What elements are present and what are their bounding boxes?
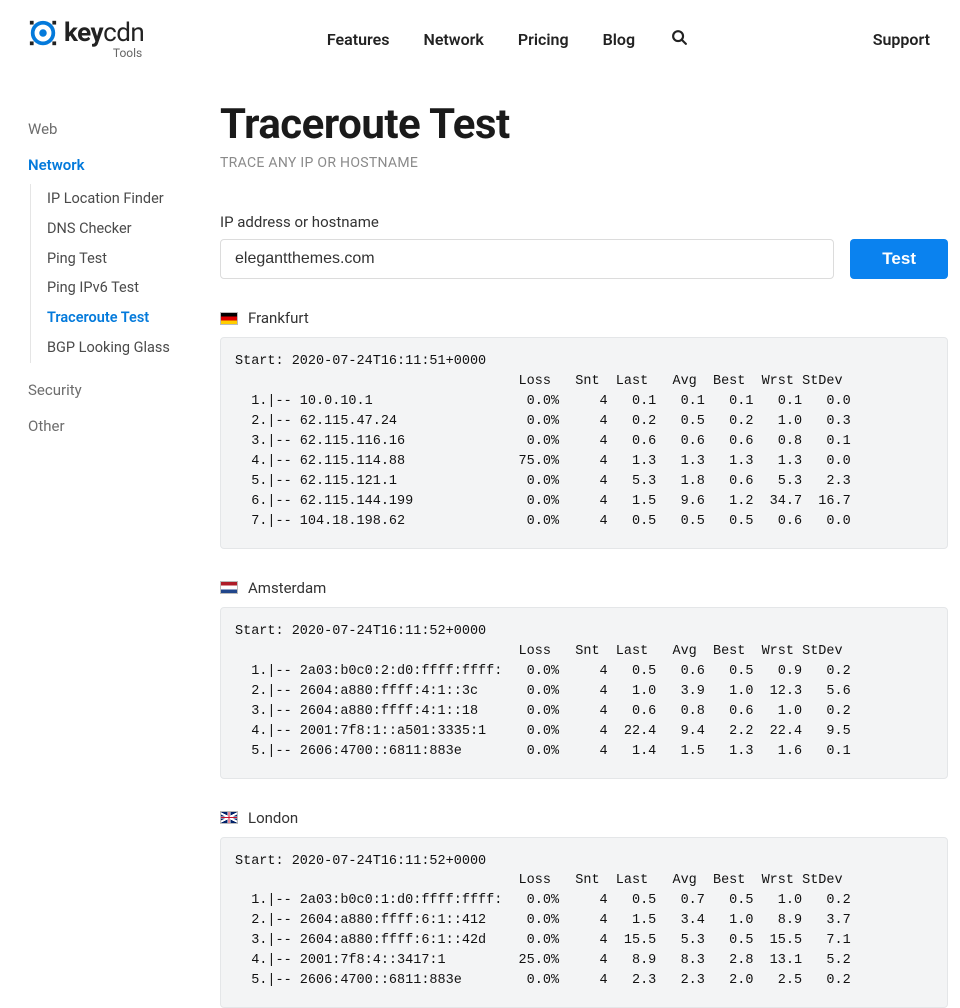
nav-pricing[interactable]: Pricing xyxy=(518,30,569,49)
sidebar-section-web[interactable]: Web xyxy=(28,120,220,138)
location-frankfurt: Frankfurt xyxy=(248,309,309,327)
logo-text: keycdn xyxy=(64,18,144,48)
page-subtitle: TRACE ANY IP OR HOSTNAME xyxy=(220,155,948,171)
brand-subtitle: Tools xyxy=(113,46,142,60)
hostname-input[interactable] xyxy=(220,239,834,279)
sidebar-item-dns-checker[interactable]: DNS Checker xyxy=(47,214,220,244)
flag-de-icon xyxy=(220,312,238,325)
location-amsterdam: Amsterdam xyxy=(248,579,326,597)
sidebar-section-other[interactable]: Other xyxy=(28,417,220,435)
search-icon[interactable] xyxy=(669,27,690,51)
sidebar-section-network[interactable]: Network xyxy=(28,156,220,174)
nav-blog[interactable]: Blog xyxy=(603,30,635,49)
flag-nl-icon xyxy=(220,581,238,594)
sidebar-item-ping-test[interactable]: Ping Test xyxy=(47,244,220,274)
nav-support[interactable]: Support xyxy=(873,30,930,49)
result-frankfurt: Start: 2020-07-24T16:11:51+0000 Loss Snt… xyxy=(220,337,948,549)
sidebar-item-traceroute[interactable]: Traceroute Test xyxy=(47,303,220,333)
nav-features[interactable]: Features xyxy=(327,30,390,49)
nav-network[interactable]: Network xyxy=(424,30,484,49)
flag-gb-icon xyxy=(220,811,238,824)
sidebar-item-bgp[interactable]: BGP Looking Glass xyxy=(47,333,220,363)
sidebar-item-ping-ipv6[interactable]: Ping IPv6 Test xyxy=(47,273,220,303)
sidebar-section-security[interactable]: Security xyxy=(28,381,220,399)
location-london: London xyxy=(248,809,298,827)
result-amsterdam: Start: 2020-07-24T16:11:52+0000 Loss Snt… xyxy=(220,607,948,779)
test-button[interactable]: Test xyxy=(850,239,948,279)
result-london: Start: 2020-07-24T16:11:52+0000 Loss Snt… xyxy=(220,837,948,1008)
logo-icon xyxy=(28,18,58,48)
page-title: Traceroute Test xyxy=(220,100,948,149)
sidebar-item-ip-location[interactable]: IP Location Finder xyxy=(47,184,220,214)
form-label: IP address or hostname xyxy=(220,213,948,231)
brand-logo[interactable]: keycdn Tools xyxy=(28,18,144,60)
